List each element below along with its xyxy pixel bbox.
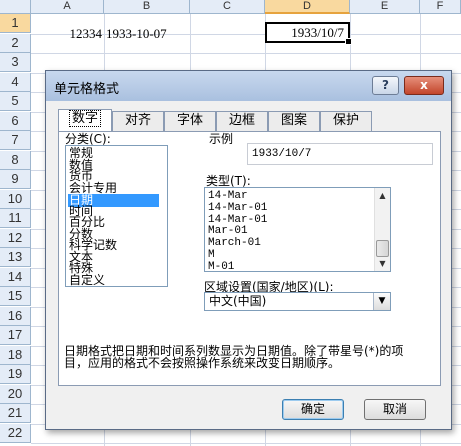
- category-item[interactable]: 自定义: [68, 274, 159, 286]
- tab-number[interactable]: 数字: [58, 109, 112, 132]
- column-header-e[interactable]: E: [350, 0, 420, 14]
- cell-d1-selected[interactable]: 1933/10/7: [265, 22, 352, 45]
- row-gridline: [31, 53, 461, 54]
- chevron-down-icon[interactable]: ▼: [373, 293, 390, 310]
- row-header-21[interactable]: 21: [0, 404, 31, 423]
- type-list-scrollbar[interactable]: ▲ ▼: [374, 188, 390, 271]
- row-header-6[interactable]: 6: [0, 112, 31, 131]
- row-header-15[interactable]: 15: [0, 287, 31, 306]
- tab-protection[interactable]: 保护: [320, 111, 372, 131]
- row-header-16[interactable]: 16: [0, 307, 31, 326]
- row-header-1[interactable]: 1: [0, 14, 31, 33]
- cancel-button[interactable]: 取消: [364, 399, 426, 420]
- tab-font[interactable]: 字体: [164, 111, 216, 131]
- ok-button[interactable]: 确定: [282, 399, 344, 420]
- row-header-3[interactable]: 3: [0, 53, 31, 72]
- select-all-corner[interactable]: [0, 0, 31, 14]
- column-header-b[interactable]: B: [104, 0, 190, 14]
- scroll-down-icon[interactable]: ▼: [375, 256, 390, 271]
- sample-preview: 1933/10/7: [247, 143, 433, 165]
- row-header-9[interactable]: 9: [0, 170, 31, 189]
- type-list[interactable]: 14-Mar 14-Mar-01 14-Mar-01 Mar-01 March-01 M M…: [204, 187, 391, 272]
- dialog-titlebar[interactable]: 单元格格式 ? x: [46, 71, 451, 101]
- row-header-5[interactable]: 5: [0, 92, 31, 111]
- row-gridline: [31, 443, 461, 444]
- row-header-13[interactable]: 13: [0, 248, 31, 267]
- row-header-2[interactable]: 2: [0, 34, 31, 53]
- row-header-12[interactable]: 12: [0, 229, 31, 248]
- column-header-c[interactable]: C: [190, 0, 265, 14]
- type-item[interactable]: Mar-01: [208, 225, 248, 237]
- row-header-19[interactable]: 19: [0, 365, 31, 384]
- category-item[interactable]: 会计专用: [68, 182, 159, 194]
- tab-pattern[interactable]: 图案: [268, 111, 320, 131]
- row-header-18[interactable]: 18: [0, 346, 31, 365]
- cell-b1[interactable]: 1933-10-07: [106, 24, 190, 43]
- tab-alignment[interactable]: 对齐: [112, 111, 164, 131]
- dialog-title: 单元格格式: [54, 82, 120, 97]
- row-header-10[interactable]: 10: [0, 190, 31, 209]
- row-header-8[interactable]: 8: [0, 151, 31, 170]
- sample-label: 示例: [209, 132, 234, 146]
- column-header-d[interactable]: D: [265, 0, 350, 14]
- cell-a1[interactable]: 12334: [34, 24, 103, 43]
- row-header-14[interactable]: 14: [0, 268, 31, 287]
- scroll-thumb[interactable]: [376, 240, 389, 257]
- format-description: 日期格式把日期和时间系列数显示为日期值。除了带星号(*)的项目，应用的格式不会按…: [64, 344, 404, 370]
- column-header-a[interactable]: A: [31, 0, 104, 14]
- type-item[interactable]: M-01: [208, 261, 234, 271]
- row-header-20[interactable]: 20: [0, 385, 31, 404]
- row-header-4[interactable]: 4: [0, 73, 31, 92]
- format-cells-dialog: 单元格格式 ? x 数字 对齐 字体 边框 图案 保护 分类(C): 常规 数值货…: [45, 70, 452, 430]
- type-item[interactable]: M: [208, 249, 215, 261]
- row-header-17[interactable]: 17: [0, 326, 31, 345]
- tab-number-label: 数字: [68, 110, 101, 127]
- category-list[interactable]: 常规 数值 货币 会计专用 日期 时间 百分比 分数 科学记数 文本 特殊 自定义: [65, 145, 168, 287]
- type-item[interactable]: 14-Mar-01: [208, 202, 267, 214]
- locale-value: 中文(中国): [209, 294, 267, 308]
- type-item[interactable]: March-01: [208, 237, 261, 249]
- type-item[interactable]: 14-Mar: [208, 190, 248, 202]
- column-header-f[interactable]: F: [420, 0, 461, 14]
- type-item[interactable]: 14-Mar-01: [208, 214, 267, 226]
- tab-border[interactable]: 边框: [216, 111, 268, 131]
- locale-select[interactable]: 中文(中国) ▼: [204, 292, 391, 311]
- row-header-11[interactable]: 11: [0, 209, 31, 228]
- help-icon[interactable]: ?: [372, 76, 399, 95]
- row-header-7[interactable]: 7: [0, 131, 31, 150]
- close-icon[interactable]: x: [404, 76, 444, 95]
- row-header-22[interactable]: 22: [0, 424, 31, 443]
- scroll-up-icon[interactable]: ▲: [375, 188, 390, 203]
